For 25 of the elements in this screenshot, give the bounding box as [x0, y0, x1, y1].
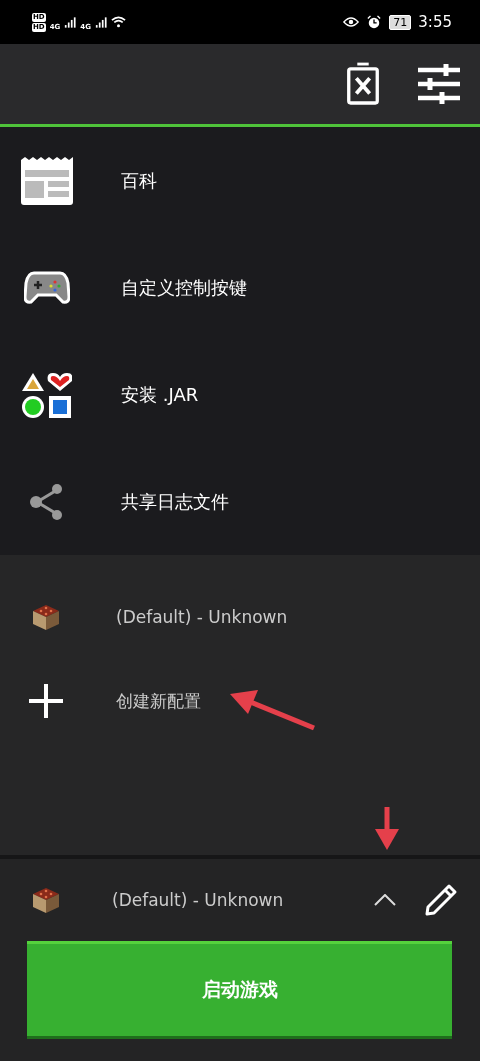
edit-button[interactable]: [424, 883, 458, 917]
menu-item[interactable]: 安装 .JAR: [0, 341, 480, 448]
menu-item[interactable]: 百科: [0, 127, 480, 234]
newspaper-icon: [19, 155, 75, 206]
wifi-icon: [110, 16, 126, 28]
signal-icon: [64, 16, 77, 28]
profile-item[interactable]: (Default) - Unknown: [0, 575, 480, 659]
gamepad-icon: [24, 270, 70, 305]
annotation-arrow: [375, 807, 399, 851]
clock-time: 3:55: [418, 13, 452, 31]
settings-button[interactable]: [416, 63, 462, 105]
shapes-icon: [22, 370, 72, 419]
eye-icon: [343, 15, 360, 29]
signal-icon: [94, 16, 107, 28]
menu-item[interactable]: 自定义控制按键: [0, 234, 480, 341]
alarm-icon: [366, 15, 383, 29]
profile-item[interactable]: 创建新配置: [0, 659, 480, 743]
plus-icon: [28, 683, 64, 719]
crafting-block-icon: [31, 885, 61, 915]
crafting-block-icon: [31, 602, 61, 632]
battery-indicator: 71: [389, 14, 412, 30]
clear-button[interactable]: [344, 61, 382, 107]
share-icon: [29, 482, 65, 521]
menu-item[interactable]: 共享日志文件: [0, 448, 480, 555]
current-profile[interactable]: (Default) - Unknown: [112, 890, 370, 910]
